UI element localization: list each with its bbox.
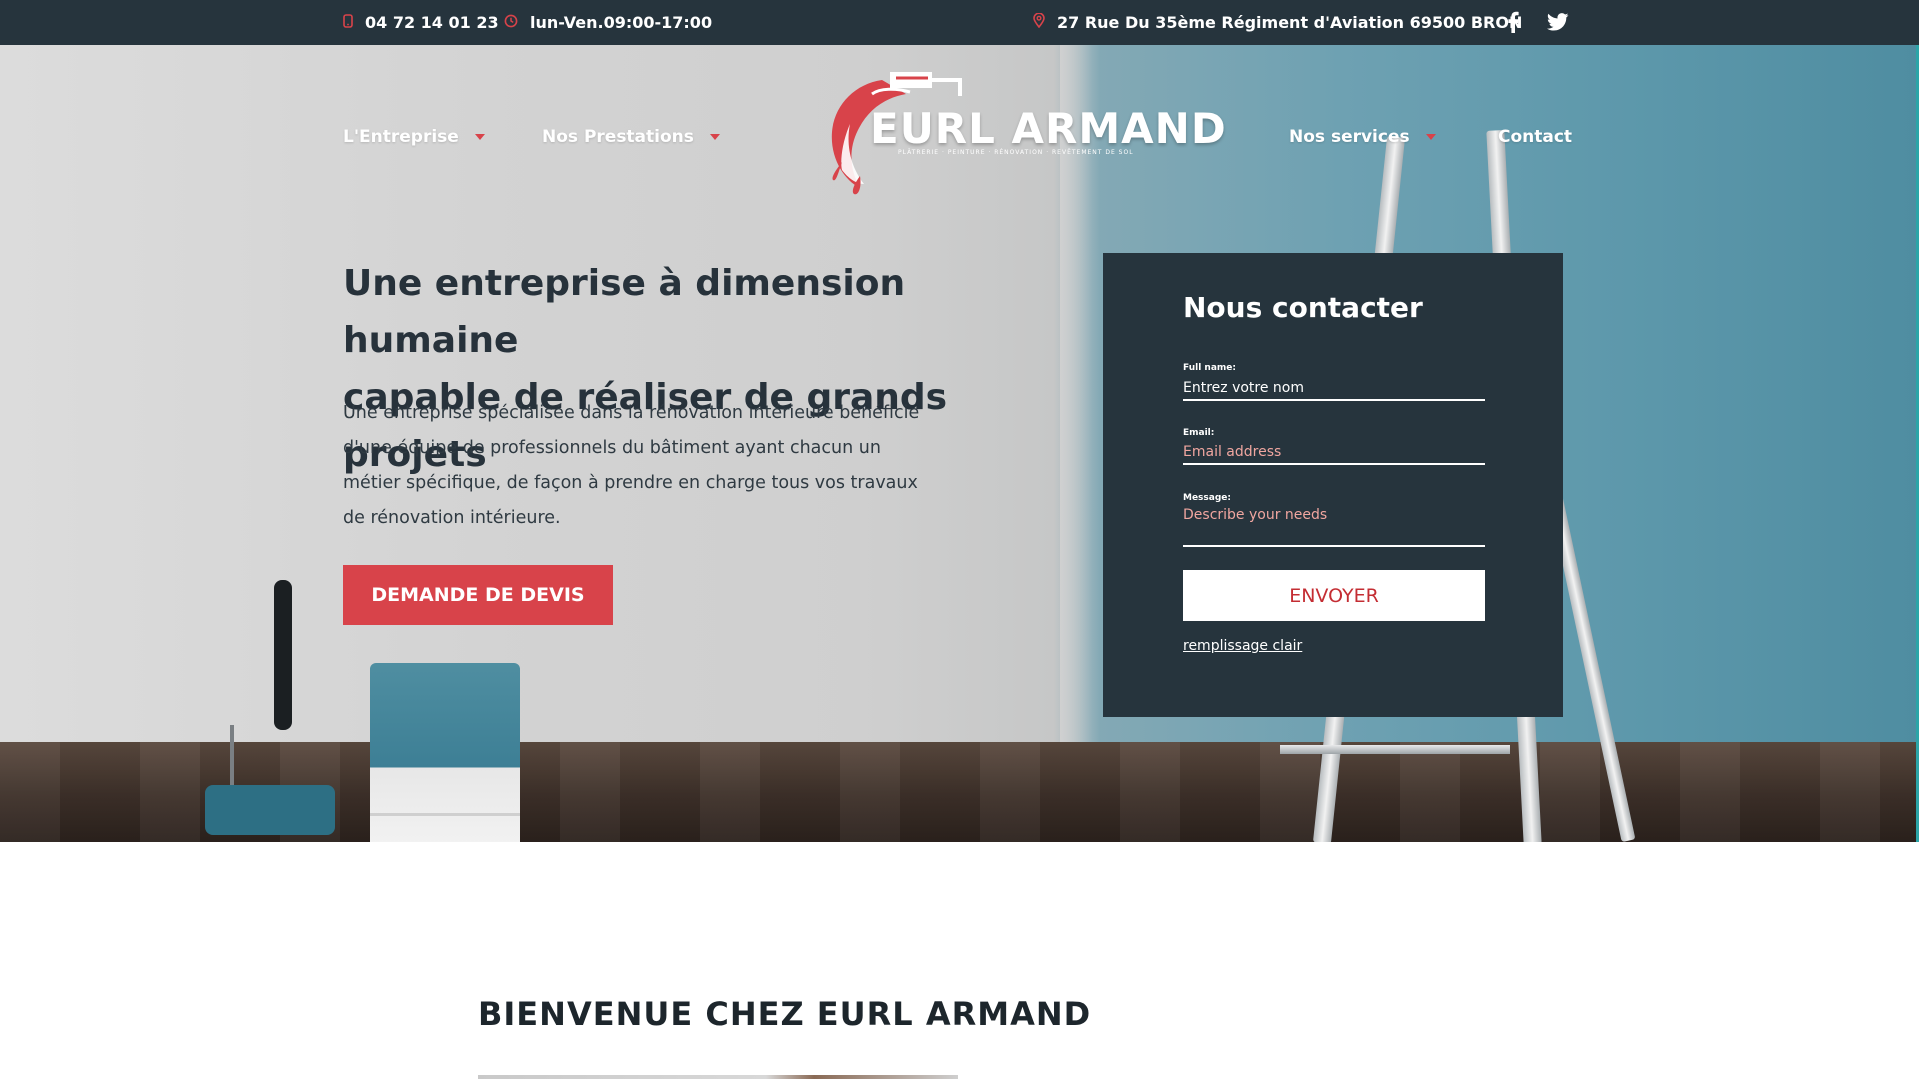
nav-item-label: L'Entreprise	[343, 127, 459, 147]
site-logo[interactable]: EURL ARMAND PLÂTRERIE · PEINTURE · RÉNOV…	[820, 66, 1226, 201]
contact-form-title: Nous contacter	[1183, 291, 1423, 324]
nav-item-entreprise[interactable]: L'Entreprise	[343, 124, 485, 150]
logo-tagline: PLÂTRERIE · PEINTURE · RÉNOVATION · REVÊ…	[898, 149, 1134, 156]
contact-form-panel: Nous contacter Full name: Email: Message…	[1103, 253, 1563, 717]
hero-description-line: de rénovation intérieure.	[343, 508, 561, 528]
twitter-icon[interactable]	[1546, 10, 1570, 34]
caret-down-icon	[474, 134, 485, 140]
email-field[interactable]	[1183, 441, 1485, 465]
clear-form-link[interactable]: remplissage clair	[1183, 638, 1302, 654]
address-info: 27 Rue Du 35ème Régiment d'Aviation 6950…	[1033, 0, 1522, 45]
hero-heading-line: Une entreprise à dimension humaine	[343, 263, 906, 361]
map-pin-icon	[1033, 12, 1045, 32]
ladder-step	[1280, 745, 1510, 754]
send-button[interactable]: ENVOYER	[1183, 570, 1485, 621]
quote-request-button[interactable]: DEMANDE DE DEVIS	[343, 565, 613, 625]
message-field[interactable]	[1183, 507, 1485, 547]
welcome-heading: BIENVENUE CHEZ EURL ARMAND	[478, 995, 1092, 1033]
hero-description: Une entreprise spécialisée dans la rénov…	[343, 396, 943, 536]
nav-item-prestations[interactable]: Nos Prestations	[542, 124, 720, 150]
phone-icon	[343, 13, 353, 32]
nav-item-label: Nos services	[1289, 127, 1410, 147]
phone-info[interactable]: 04 72 14 01 23	[343, 0, 499, 45]
nav-item-contact[interactable]: Contact	[1498, 124, 1572, 150]
nav-item-label: Contact	[1498, 127, 1573, 147]
welcome-image	[478, 1075, 958, 1079]
name-label: Full name:	[1183, 363, 1236, 373]
name-field[interactable]	[1183, 377, 1485, 401]
facebook-icon[interactable]	[1501, 10, 1525, 34]
hero-description-line: d'une équipe de professionnels du bâtime…	[343, 438, 881, 458]
roller-handle-image	[274, 580, 292, 730]
top-bar: 04 72 14 01 23 lun-Ven.09:00-17:00 27 Ru…	[0, 0, 1919, 45]
hero-description-line: Une entreprise spécialisée dans la rénov…	[343, 403, 920, 423]
opening-hours: lun-Ven.09:00-17:00	[530, 13, 713, 32]
nav-item-services[interactable]: Nos services	[1289, 124, 1436, 150]
clock-icon	[504, 13, 518, 32]
hours-info: lun-Ven.09:00-17:00	[504, 0, 712, 45]
address-text: 27 Rue Du 35ème Régiment d'Aviation 6950…	[1057, 13, 1523, 32]
phone-number: 04 72 14 01 23	[365, 13, 499, 32]
logo-wordmark: EURL ARMAND	[870, 104, 1227, 153]
message-label: Message:	[1183, 493, 1231, 503]
paint-can-image	[370, 663, 520, 842]
caret-down-icon	[1425, 134, 1436, 140]
hero-description-line: métier spécifique, de façon à prendre en…	[343, 473, 918, 493]
caret-down-icon	[709, 134, 720, 140]
nav-item-label: Nos Prestations	[542, 127, 694, 147]
paint-roller-image	[205, 785, 335, 835]
email-label: Email:	[1183, 428, 1215, 438]
